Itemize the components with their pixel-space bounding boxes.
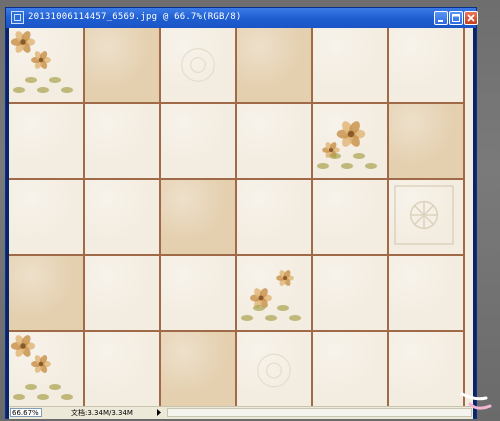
image-canvas[interactable] [9,28,473,411]
tile-tan [161,180,237,256]
tile-light [161,256,237,332]
horizontal-scrollbar[interactable] [167,408,472,417]
tile-pattern [161,28,237,104]
pattern-decoration [257,353,291,388]
tile-floral [237,256,313,332]
maximize-icon [452,14,460,22]
tile-light [85,256,161,332]
floral-decoration [317,121,377,169]
tile-floral [9,28,85,104]
floral-decoration [10,335,73,400]
tile-light [313,256,389,332]
tile-light [85,332,161,411]
zoom-field[interactable]: 66.67% [10,408,42,417]
floral-decoration [241,270,301,321]
document-window[interactable]: 20131006114457_6569.jpg @ 66.7%(RGB/8) 6… [6,8,478,419]
floral-decoration [10,31,73,93]
photoshop-document-icon[interactable] [11,11,24,24]
watermark-logo [460,392,492,410]
pattern-decoration [181,48,215,82]
maximize-button[interactable] [449,11,463,25]
tile-light [85,104,161,180]
tile-tan [85,28,161,104]
tile-light [389,28,465,104]
tile-tan [9,256,85,332]
tile-light [9,180,85,256]
tile-medallion [389,180,465,256]
minimize-button[interactable] [434,11,448,25]
tile-tan [389,104,465,180]
status-menu-button[interactable] [155,408,163,417]
close-button[interactable] [464,11,478,25]
tile-light [389,256,465,332]
status-menu-arrow-icon [157,409,161,416]
close-icon [467,14,475,22]
tile-floral [313,104,389,180]
status-bar: 66.67% 文档:3.34M/3.34M [9,406,473,419]
window-title: 20131006114457_6569.jpg @ 66.7%(RGB/8) [28,12,242,22]
tile-tan [237,28,313,104]
tile-tan [161,332,237,411]
tile-pattern [237,332,313,411]
title-bar[interactable]: 20131006114457_6569.jpg @ 66.7%(RGB/8) [6,8,478,28]
tile-light [313,180,389,256]
tile-light [85,180,161,256]
tile-light [313,332,389,411]
tile-light [313,28,389,104]
medallion-decoration [394,185,454,245]
document-size-info: 文档:3.34M/3.34M [71,409,133,417]
tile-light [237,104,313,180]
tile-floral [9,332,85,411]
minimize-icon [438,20,443,22]
tile-light [9,104,85,180]
tile-light [161,104,237,180]
tile-light [237,180,313,256]
